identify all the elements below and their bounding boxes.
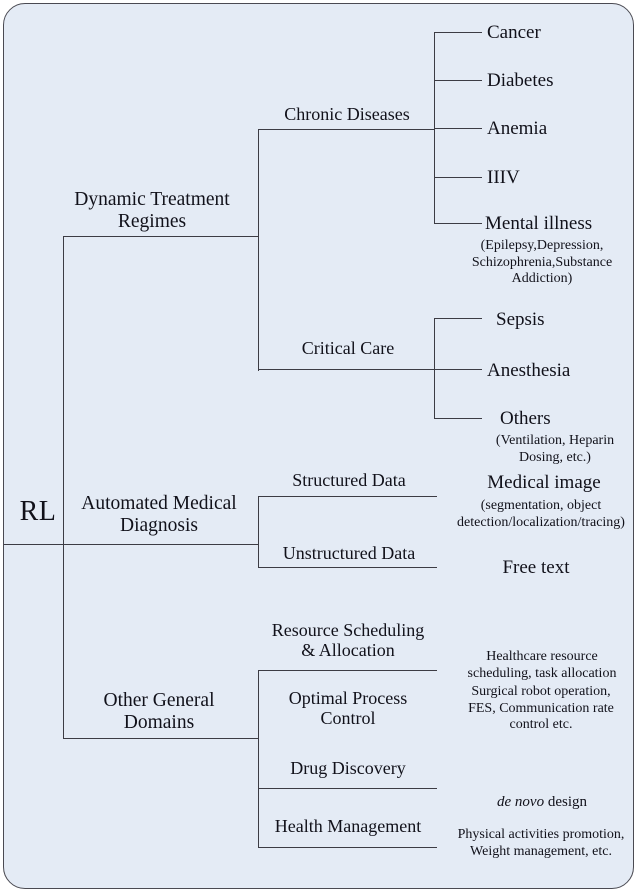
leaf-tick-sepsis	[434, 318, 482, 319]
branch-label-dynamic-treatment: Dynamic Treatment Regimes	[74, 189, 230, 232]
subbranch-label-structured-data: Structured Data	[292, 470, 406, 490]
note-drug-discovery: de novo design	[444, 776, 640, 811]
leaf-label-hiv: IIIV	[487, 167, 520, 188]
resource-scheduling-connector	[258, 670, 437, 671]
leaf-label-free-text: Free text	[502, 557, 570, 578]
diagram-frame: RL Dynamic Treatment Regimes Chronic Dis…	[3, 3, 634, 889]
leaf-label-sepsis: Sepsis	[496, 309, 545, 330]
subbranch-label-optimal-process-control: Optimal Process Control	[288, 688, 408, 729]
leaf-tick-others	[434, 418, 482, 419]
note-optimal-process-control: Surgical robot operation, FES, Communica…	[468, 684, 614, 733]
leaf-label-anemia: Anemia	[487, 118, 548, 139]
leaf-tick-anemia	[434, 128, 482, 129]
leaf-tick-hiv	[434, 177, 482, 178]
leaf-note-others: (Ventilation, Heparin Dosing, etc.)	[495, 433, 615, 465]
structured-data-connector	[258, 496, 437, 497]
note-drug-discovery-italic: de novo	[497, 793, 545, 810]
root-connector	[4, 544, 64, 545]
automated-diagnosis-connector	[63, 544, 259, 545]
leaf-label-cancer: Cancer	[487, 22, 541, 43]
subbranch-label-health-management: Health Management	[274, 816, 422, 836]
subbranch-label-chronic-diseases: Chronic Diseases	[284, 104, 410, 124]
subbranch-label-resource-scheduling: Resource Scheduling & Allocation	[271, 620, 425, 661]
subbranch-label-drug-discovery: Drug Discovery	[290, 758, 406, 778]
dynamic-treatment-connector	[63, 236, 259, 237]
leaf-tick-diabetes	[434, 80, 482, 81]
leaf-tick-cancer	[434, 32, 482, 33]
chronic-diseases-connector	[258, 129, 435, 130]
dynamic-treatment-spine	[258, 129, 259, 371]
note-health-management: Physical activities promotion, Weight ma…	[457, 827, 625, 859]
unstructured-data-connector	[258, 567, 437, 568]
branch-label-other-general-domains: Other General Domains	[103, 690, 215, 733]
drug-discovery-connector	[258, 788, 437, 789]
root-spine	[63, 236, 64, 738]
note-drug-discovery-rest: design	[544, 793, 587, 810]
leaf-tick-mental-illness	[434, 223, 482, 224]
leaf-label-anesthesia: Anesthesia	[487, 360, 571, 381]
other-general-connector	[63, 738, 259, 739]
leaf-label-mental-illness: Mental illness	[485, 213, 593, 234]
subbranch-label-critical-care: Critical Care	[301, 338, 395, 358]
leaf-tick-anesthesia	[434, 369, 482, 370]
automated-diagnosis-spine	[258, 496, 259, 567]
leaf-note-medical-image: (segmentation, object detection/localiza…	[457, 498, 625, 530]
subbranch-label-unstructured-data: Unstructured Data	[282, 543, 416, 563]
critical-care-connector	[258, 369, 435, 370]
figure-canvas: RL Dynamic Treatment Regimes Chronic Dis…	[0, 0, 640, 894]
leaf-note-mental-illness: (Epilepsy,Depression, Schizophrenia,Subs…	[471, 238, 613, 287]
health-management-connector	[258, 847, 437, 848]
note-resource-scheduling: Healthcare resource scheduling, task all…	[467, 649, 617, 681]
branch-label-automated-diagnosis: Automated Medical Diagnosis	[81, 493, 237, 536]
leaf-label-medical-image: Medical image	[487, 472, 601, 493]
leaf-label-others: Others	[500, 408, 551, 429]
leaf-label-diabetes: Diabetes	[487, 70, 554, 91]
